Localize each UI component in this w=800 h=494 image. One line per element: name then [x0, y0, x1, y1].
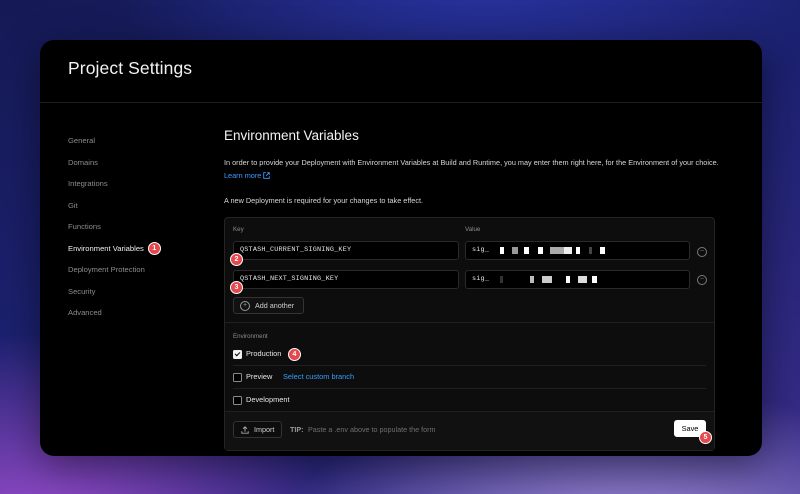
value-input-prefix: sig_ [472, 275, 490, 283]
redacted-value [589, 247, 592, 254]
sidebar-item-functions[interactable]: Functions [68, 216, 208, 238]
sidebar-item-label: Deployment Protection [68, 265, 145, 274]
sidebar-item-label: Git [68, 200, 78, 210]
redacted-value [578, 276, 587, 283]
deployment-notice: A new Deployment is required for your ch… [224, 196, 424, 205]
remove-row-button[interactable]: − [697, 275, 707, 285]
redacted-value [524, 247, 529, 254]
sidebar-item-integrations[interactable]: Integrations [68, 173, 208, 195]
redacted-value [500, 276, 503, 283]
external-link-icon [263, 172, 271, 179]
row-divider [233, 365, 706, 366]
redacted-value [512, 247, 518, 254]
redacted-value [550, 247, 564, 254]
step-badge: 2 [230, 253, 243, 266]
step-badge: 5 [699, 431, 712, 444]
header-divider [40, 102, 762, 103]
minus-icon: − [699, 276, 705, 283]
add-another-label: Add another [255, 301, 295, 310]
value-column-label: Value [465, 226, 481, 233]
value-input[interactable]: sig_ [465, 241, 690, 260]
import-button[interactable]: Import [233, 421, 282, 438]
sidebar-item-label: Functions [68, 222, 101, 231]
section-title: Environment Variables [224, 128, 359, 143]
development-checkbox[interactable] [233, 396, 242, 405]
learn-more-link[interactable]: Learn more [224, 171, 271, 180]
step-badge: 1 [147, 241, 161, 255]
preview-label: Preview [246, 372, 273, 381]
remove-row-button[interactable]: − [697, 247, 707, 257]
sidebar-item-label: General [68, 136, 96, 145]
key-input[interactable]: QSTASH_CURRENT_SIGNING_KEY [233, 241, 459, 260]
step-badge: 3 [230, 281, 243, 294]
value-input[interactable]: sig_ [465, 270, 690, 289]
key-input-value: QSTASH_NEXT_SIGNING_KEY [240, 275, 339, 283]
redacted-value [530, 276, 534, 283]
sidebar-item-advanced[interactable]: Advanced [68, 302, 208, 324]
development-label: Development [246, 395, 290, 404]
sidebar-item-label: Integrations [68, 179, 108, 188]
sidebar-item-environment-variables[interactable]: Environment Variables 1 [68, 238, 208, 260]
tip-text: Paste a .env above to populate the form [308, 425, 436, 434]
plus-icon: + [240, 300, 250, 311]
description-text: In order to provide your Deployment with… [224, 158, 719, 167]
sidebar-item-general[interactable]: General [68, 130, 208, 152]
main-content: Environment Variables In order to provid… [224, 128, 719, 205]
redacted-value [576, 247, 580, 254]
preview-checkbox[interactable] [233, 373, 242, 382]
production-label: Production [246, 349, 282, 358]
sidebar: General Domains Integrations Git Functio… [68, 130, 208, 324]
sidebar-item-domains[interactable]: Domains [68, 152, 208, 174]
upload-icon [241, 425, 249, 434]
redacted-value [600, 247, 605, 254]
settings-window: Project Settings General Domains Integra… [40, 40, 762, 456]
sidebar-item-label: Advanced [68, 308, 102, 317]
redacted-value [592, 276, 597, 283]
row-divider [233, 388, 706, 389]
key-input[interactable]: QSTASH_NEXT_SIGNING_KEY [233, 270, 459, 289]
step-badge: 4 [288, 348, 301, 361]
redacted-value [500, 247, 504, 254]
sidebar-item-label: Domains [68, 157, 98, 167]
redacted-value [542, 276, 552, 283]
select-custom-branch-link[interactable]: Select custom branch [283, 372, 354, 381]
env-var-form: Key Value QSTASH_CURRENT_SIGNING_KEY 2 s… [224, 217, 715, 451]
import-label: Import [254, 425, 275, 434]
key-input-value: QSTASH_CURRENT_SIGNING_KEY [240, 246, 352, 254]
sidebar-item-deployment-protection[interactable]: Deployment Protection [68, 259, 208, 281]
key-column-label: Key [233, 226, 244, 233]
page-title: Project Settings [68, 58, 193, 78]
sidebar-item-label: Security [68, 286, 96, 296]
redacted-value [564, 247, 572, 254]
redacted-value [566, 276, 570, 283]
section-description: In order to provide your Deployment with… [224, 156, 719, 182]
add-another-button[interactable]: + Add another [233, 297, 304, 314]
value-input-prefix: sig_ [472, 246, 490, 254]
sidebar-item-label: Environment Variables [68, 243, 144, 253]
learn-more-label: Learn more [224, 171, 262, 180]
production-checkbox[interactable] [233, 350, 242, 359]
form-footer: Import TIP: Paste a .env above to popula… [225, 411, 714, 450]
redacted-value [538, 247, 543, 254]
sidebar-item-security[interactable]: Security [68, 281, 208, 303]
sidebar-item-git[interactable]: Git [68, 195, 208, 217]
environment-label: Environment [233, 333, 268, 340]
tip-label: TIP: [290, 425, 304, 434]
save-label: Save [681, 424, 699, 433]
minus-icon: − [699, 248, 705, 255]
section-divider [225, 322, 714, 323]
